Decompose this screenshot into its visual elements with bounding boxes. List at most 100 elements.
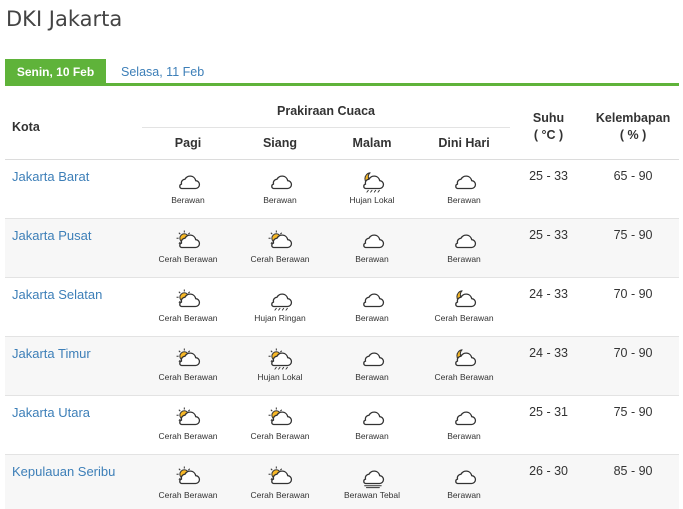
table-row: Jakarta Pusat Cerah Berawan Cerah Berawan B…: [5, 218, 680, 277]
table-row: Kepulauan Seribu Cerah Berawan Cerah Beraw…: [5, 454, 680, 509]
sun-cloud-rain-icon: [234, 347, 326, 371]
sun-cloud-icon: [234, 465, 326, 489]
forecast-label: Berawan: [447, 489, 481, 500]
forecast-cell: Hujan Ringan: [234, 277, 326, 336]
forecast-cell: Berawan: [326, 336, 418, 395]
forecast-cell: Cerah Berawan: [142, 336, 234, 395]
forecast-label: Cerah Berawan: [250, 430, 310, 441]
humidity-value: 75 - 90: [613, 404, 653, 419]
forecast-label: Cerah Berawan: [434, 371, 494, 382]
table-row: Jakarta Utara Cerah Berawan Cerah Berawan B…: [5, 395, 680, 454]
table-row: Jakarta Timur Cerah Berawan Hujan Lokal Ber…: [5, 336, 680, 395]
cloud-rain-icon: [234, 288, 326, 312]
forecast-label: Berawan Tebal: [343, 489, 401, 500]
forecast-cell: Berawan: [418, 218, 510, 277]
sun-cloud-icon: [142, 288, 234, 312]
forecast-cell: Cerah Berawan: [142, 218, 234, 277]
forecast-label: Berawan: [355, 430, 389, 441]
cloudy-icon: [418, 229, 510, 253]
humidity-value: 70 - 90: [613, 345, 653, 360]
temperature-value: 26 - 30: [529, 463, 568, 478]
col-header-malam: Malam: [326, 127, 418, 160]
humidity-value: 70 - 90: [613, 286, 653, 301]
forecast-label: Cerah Berawan: [434, 312, 494, 323]
forecast-label: Cerah Berawan: [250, 489, 310, 500]
forecast-cell: Cerah Berawan: [418, 336, 510, 395]
forecast-label: Berawan: [447, 194, 481, 205]
cloudy-icon: [234, 170, 326, 194]
city-link[interactable]: Jakarta Utara: [5, 395, 142, 454]
cloudy-icon: [326, 288, 418, 312]
tab-senin[interactable]: Senin, 10 Feb: [5, 59, 106, 84]
forecast-cell: Berawan: [326, 395, 418, 454]
city-link[interactable]: Jakarta Selatan: [5, 277, 142, 336]
forecast-cell: Cerah Berawan: [234, 218, 326, 277]
moon-cloud-icon: [418, 347, 510, 371]
city-link[interactable]: Jakarta Pusat: [5, 218, 142, 277]
cloudy-icon: [326, 347, 418, 371]
forecast-label: Berawan: [355, 253, 389, 264]
forecast-label: Cerah Berawan: [158, 312, 218, 323]
col-header-siang: Siang: [234, 127, 326, 160]
forecast-label: Cerah Berawan: [158, 371, 218, 382]
kelembapan-label: Kelembapan: [595, 110, 671, 125]
suhu-unit: ( °C ): [533, 127, 564, 142]
col-header-dini-hari: Dini Hari: [418, 127, 511, 160]
table-row: Jakarta Barat Berawan Berawan Hujan Lokal Be…: [5, 159, 680, 218]
forecast-cell: Cerah Berawan: [418, 277, 510, 336]
moon-cloud-icon: [418, 288, 510, 312]
sun-cloud-icon: [234, 229, 326, 253]
cloudy-icon: [326, 229, 418, 253]
forecast-label: Hujan Lokal: [349, 194, 395, 205]
forecast-cell: Berawan: [418, 159, 510, 218]
temperature-value: 24 - 33: [529, 345, 568, 360]
tab-selasa[interactable]: Selasa, 11 Feb: [121, 59, 204, 84]
city-link[interactable]: Jakarta Timur: [5, 336, 142, 395]
forecast-label: Berawan: [355, 371, 389, 382]
sun-cloud-icon: [142, 465, 234, 489]
forecast-label: Berawan: [447, 430, 481, 441]
forecast-cell: Berawan: [418, 454, 510, 509]
forecast-label: Cerah Berawan: [250, 253, 310, 264]
kelembapan-unit: ( % ): [619, 127, 647, 142]
forecast-cell: Cerah Berawan: [142, 277, 234, 336]
forecast-cell: Berawan Tebal: [326, 454, 418, 509]
col-header-kota: Kota: [5, 95, 142, 160]
humidity-value: 65 - 90: [613, 168, 653, 183]
page-title: DKI Jakarta: [6, 7, 123, 31]
moon-cloud-rain-icon: [326, 170, 418, 194]
forecast-cell: Berawan: [326, 218, 418, 277]
humidity-value: 75 - 90: [613, 227, 653, 242]
forecast-cell: Cerah Berawan: [234, 454, 326, 509]
weather-table: Kota Prakiraan Cuaca Suhu ( °C ) Kelemba…: [5, 95, 680, 509]
forecast-label: Cerah Berawan: [158, 489, 218, 500]
forecast-cell: Berawan: [142, 159, 234, 218]
cloudy-icon: [418, 406, 510, 430]
city-link[interactable]: Jakarta Barat: [5, 159, 142, 218]
forecast-cell: Berawan: [234, 159, 326, 218]
sun-cloud-icon: [142, 406, 234, 430]
col-header-suhu: Suhu ( °C ): [510, 95, 588, 160]
sun-cloud-icon: [142, 347, 234, 371]
col-header-prakiraan: Prakiraan Cuaca: [142, 95, 511, 128]
cloudy-icon: [326, 406, 418, 430]
temperature-value: 24 - 33: [529, 286, 568, 301]
forecast-label: Berawan: [171, 194, 205, 205]
day-tabs: Senin, 10 Feb Selasa, 11 Feb: [5, 59, 679, 86]
forecast-label: Cerah Berawan: [158, 253, 218, 264]
weather-table-body: Jakarta Barat Berawan Berawan Hujan Lokal Be…: [5, 159, 680, 509]
forecast-cell: Cerah Berawan: [234, 395, 326, 454]
cloudy-icon: [418, 465, 510, 489]
sun-cloud-icon: [142, 229, 234, 253]
cloudy-icon: [142, 170, 234, 194]
overcast-icon: [326, 465, 418, 489]
humidity-value: 85 - 90: [613, 463, 653, 478]
forecast-label: Hujan Ringan: [254, 312, 306, 323]
forecast-label: Cerah Berawan: [158, 430, 218, 441]
forecast-cell: Berawan: [418, 395, 510, 454]
table-row: Jakarta Selatan Cerah Berawan Hujan Ringan…: [5, 277, 680, 336]
cloudy-icon: [418, 170, 510, 194]
col-header-kelembapan: Kelembapan ( % ): [587, 95, 680, 160]
forecast-cell: Hujan Lokal: [326, 159, 418, 218]
city-link[interactable]: Kepulauan Seribu: [5, 454, 142, 509]
